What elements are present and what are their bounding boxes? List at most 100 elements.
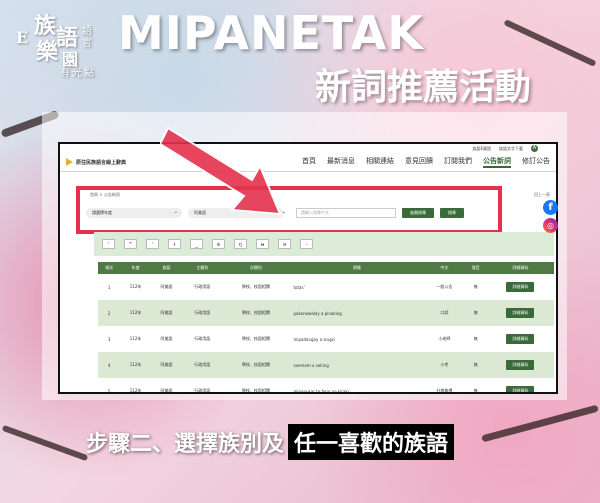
site-logo-icon [66, 158, 73, 166]
char-key[interactable]: ɨ [168, 239, 181, 249]
table-cell: 阿美語 [160, 284, 173, 289]
table-cell: 學校、校園相關 [241, 284, 270, 289]
nav-item-new-words[interactable]: 公告新詞 [483, 156, 511, 168]
top-link[interactable]: 族語文字下載 [499, 146, 523, 152]
table-cell: 行政用語 [194, 336, 211, 341]
caption-text: 步驟二、選擇族別及 [86, 432, 285, 457]
table-cell-vocab: mipanukar to fano no kiraki [293, 388, 349, 394]
table-cell-vocab: totas' [293, 284, 305, 290]
table-cell: 學校、校園相關 [241, 388, 270, 393]
table-cell: 無 [473, 388, 478, 393]
table-cell: 行政用語 [194, 388, 211, 393]
site-topbar: 族語E樂園 族語文字下載 A [60, 144, 556, 153]
nav-item-news[interactable]: 最新消息 [327, 156, 355, 168]
table-cell: 學校、校園相關 [241, 336, 270, 341]
nav-item-revisions[interactable]: 修訂公告 [522, 156, 550, 168]
table-row: 3 112年 阿美語 行政用語 學校、校園相關 mipadangay a sin… [98, 326, 554, 352]
back-link[interactable]: 回上一頁 [534, 192, 550, 198]
table-cell-vocab: mipadangay a singsi [293, 336, 335, 342]
char-key[interactable]: é [212, 239, 225, 249]
table-cell: 5 [107, 388, 111, 394]
table-cell: 1 [107, 284, 111, 290]
table-cell: 112年 [129, 336, 142, 341]
social-links: f ◎ [543, 200, 558, 233]
table-cell: 行政用語 [194, 284, 211, 289]
table-cell: 無 [473, 284, 478, 289]
nav-item-links[interactable]: 相關連結 [366, 156, 394, 168]
table-cell: 小考 [424, 352, 465, 378]
table-cell-vocab: saemam a seking [289, 352, 425, 378]
nav-item-feedback[interactable]: 意見回饋 [405, 156, 433, 168]
column-header: 年度 [120, 262, 151, 274]
pointer-arrow-icon [160, 126, 282, 216]
top-link[interactable]: 族語E樂園 [472, 146, 491, 152]
table-cell-vocab: pakonowalay a pinaking [289, 300, 425, 326]
logo-small-char: 點 [84, 68, 94, 79]
logo-char: 樂 [36, 39, 59, 65]
table-cell: 2 [98, 300, 121, 326]
table-cell: 口試 [424, 300, 465, 326]
char-key[interactable]: _ [190, 239, 203, 249]
column-header: 詳細資料 [486, 262, 554, 274]
column-header: 項次 [98, 262, 121, 274]
column-header: 發音 [464, 262, 487, 274]
table-cell: 一般公告 [436, 284, 453, 289]
table-row: 1 112年 阿美語 行政用語 學校、校園相關 totas' 一般公告 無 詳細… [98, 274, 554, 300]
dictionary-website-screenshot: 族語E樂園 族語文字下載 A 原住民族語言線上辭典 首頁 最新消息 相關連結 意… [58, 142, 558, 394]
caption-highlight: 任一喜歡的族語 [288, 424, 455, 460]
table-cell: 學校、校園相關 [222, 300, 290, 326]
char-key[interactable]: ʼ [146, 239, 159, 249]
table-cell: 行政用語 [182, 352, 223, 378]
table-cell: 詳細資料 [487, 378, 554, 392]
table-cell: 112年 [129, 284, 142, 289]
column-header: 主類別 [182, 262, 223, 274]
nav-item-home[interactable]: 首頁 [302, 156, 316, 168]
column-header: 族語 [150, 262, 183, 274]
table-cell: 無 [464, 300, 487, 326]
table-cell: 阿美語 [150, 352, 183, 378]
special-char-keyboard: ' ^ ʼ ɨ _ é ŋ ʉ ə - [94, 232, 554, 256]
table-cell: 學校、校園相關 [222, 352, 290, 378]
char-key[interactable]: - [300, 239, 313, 249]
table-row: 5 112年 阿美語 行政用語 學校、校園相關 mipanukar to fan… [98, 378, 554, 394]
logo-char: E [16, 28, 29, 47]
site-header: 原住民族語言線上辭典 首頁 最新消息 相關連結 意見回饋 訂閱我們 公告新詞 修… [60, 153, 556, 172]
table-cell: 詳細資料 [486, 352, 554, 378]
table-cell: 無 [473, 336, 478, 341]
step-caption: 步驟二、選擇族別及 任一喜歡的族語 [86, 424, 455, 460]
detail-button[interactable]: 詳細資料 [506, 282, 535, 292]
char-key[interactable]: ə [278, 239, 291, 249]
char-key[interactable]: ŋ [234, 239, 247, 249]
table-cell: 阿美語 [150, 300, 183, 326]
detail-button[interactable]: 詳細資料 [506, 308, 535, 318]
column-header: 中文 [424, 262, 465, 274]
site-logo[interactable]: 原住民族語言線上辭典 [66, 158, 126, 166]
table-cell: 行政用語 [182, 300, 223, 326]
facebook-icon[interactable]: f [543, 200, 558, 215]
site-name: 原住民族語言線上辭典 [76, 159, 127, 166]
table-cell: 3 [107, 336, 111, 342]
logo-small-char: 言 [82, 38, 92, 49]
table-cell: 無 [464, 352, 487, 378]
table-cell: 112年 [129, 388, 142, 393]
column-header: 次類別 [222, 262, 290, 274]
table-cell: 詳細資料 [487, 274, 554, 300]
nav-item-subscribe[interactable]: 訂閱我們 [444, 156, 472, 168]
poster-title: MIPANETAK [118, 6, 424, 60]
table-cell: 升旗典禮 [436, 388, 453, 393]
char-key[interactable]: ^ [124, 239, 137, 249]
user-avatar[interactable]: A [531, 145, 538, 152]
detail-button[interactable]: 詳細資料 [506, 360, 535, 370]
poster-subtitle: 新詞推薦活動 [315, 67, 532, 108]
table-row: 2 112年 阿美語 行政用語 學校、校園相關 pakonowalay a pi… [98, 300, 554, 326]
logo-small-char: 光 [72, 68, 82, 79]
instagram-icon[interactable]: ◎ [543, 218, 558, 233]
char-key[interactable]: ʉ [256, 239, 269, 249]
detail-button[interactable]: 詳細資料 [506, 334, 535, 344]
char-key[interactable]: ' [102, 239, 115, 249]
detail-button[interactable]: 詳細資料 [506, 386, 535, 392]
table-cell: 112年 [120, 352, 151, 378]
table-header-row: 項次 年度 族語 主類別 次類別 詞條 中文 發音 詳細資料 [98, 262, 554, 274]
table-cell: 阿美語 [160, 388, 173, 393]
column-header: 詞條 [289, 262, 425, 274]
